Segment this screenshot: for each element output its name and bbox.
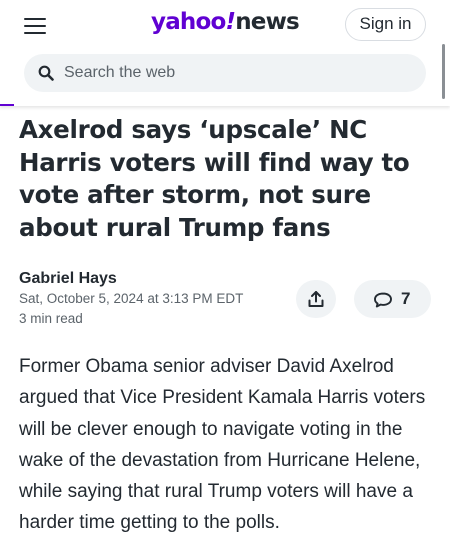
- share-icon: [308, 291, 324, 307]
- logo-brand: yahoo: [151, 9, 226, 35]
- article-body-paragraph: Former Obama senior adviser David Axelro…: [19, 356, 426, 534]
- menu-bar: [24, 25, 46, 28]
- menu-bar: [24, 32, 46, 35]
- hamburger-menu-icon[interactable]: [24, 16, 48, 36]
- progress-accent-bar: [0, 104, 14, 106]
- menu-bar: [24, 18, 46, 21]
- article-date: Sat, October 5, 2024 at 3:13 PM EDT: [19, 291, 244, 306]
- page-scrollbar[interactable]: [442, 44, 445, 99]
- search-bar[interactable]: [24, 54, 426, 92]
- share-button[interactable]: [296, 280, 336, 318]
- search-input[interactable]: [64, 54, 414, 92]
- search-icon: [38, 65, 54, 81]
- article-headline: Axelrod says ‘upscale’ NC Harris voters …: [19, 115, 410, 242]
- logo-section: news: [235, 9, 300, 35]
- logo-bang: !: [225, 9, 236, 35]
- comments-button[interactable]: 7: [354, 280, 431, 318]
- comment-bubble-icon: [374, 292, 392, 308]
- comment-count: 7: [401, 289, 411, 308]
- article-read-time: 3 min read: [19, 311, 83, 326]
- top-header: yahoo!news Sign in: [0, 0, 450, 106]
- article-author[interactable]: Gabriel Hays: [19, 270, 117, 288]
- sign-in-button[interactable]: Sign in: [345, 8, 426, 41]
- yahoo-news-logo[interactable]: yahoo!news: [151, 9, 300, 39]
